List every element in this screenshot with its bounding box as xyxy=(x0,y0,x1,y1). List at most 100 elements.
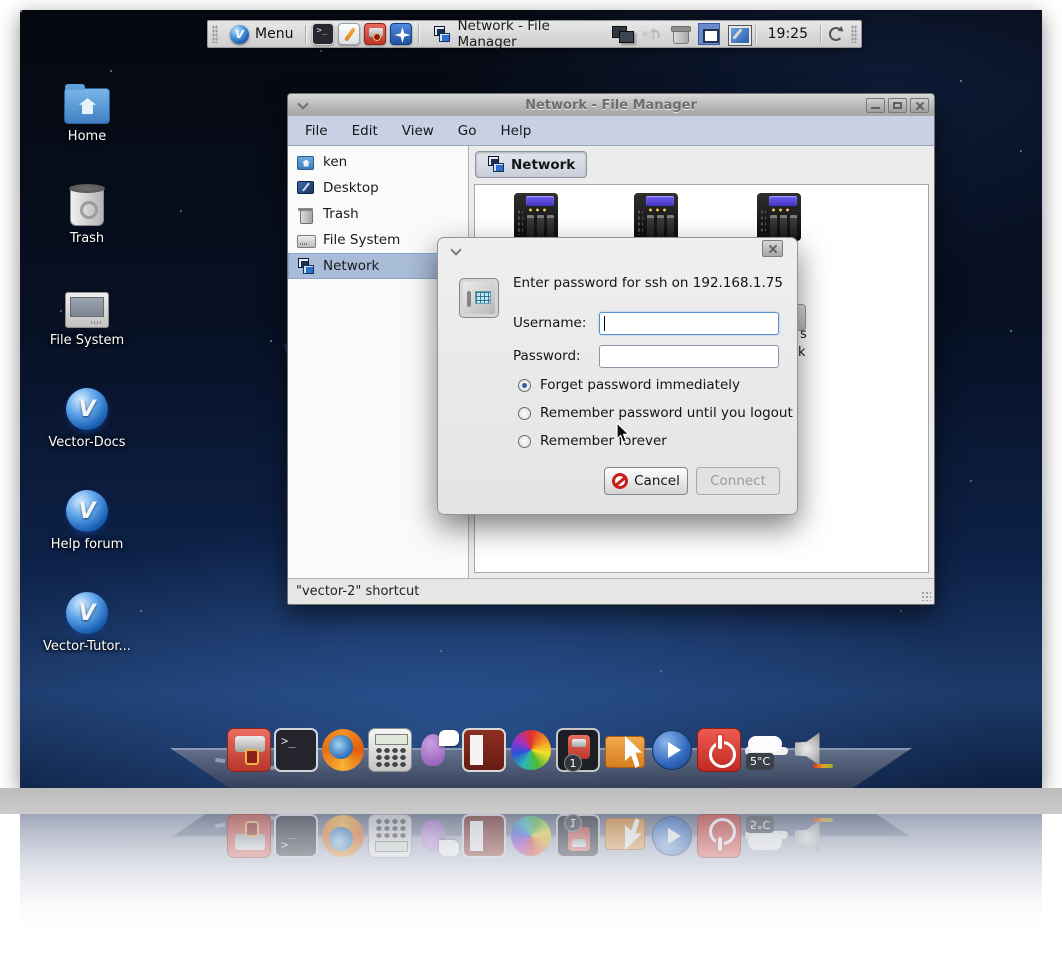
menu-view[interactable]: View xyxy=(391,119,445,143)
radio-icon[interactable] xyxy=(518,435,531,448)
network-server-icon[interactable] xyxy=(757,193,801,241)
desktop-icon-label: File System xyxy=(50,333,124,348)
maximize-button[interactable] xyxy=(888,98,907,113)
desktop-icon-label: Vector-Docs xyxy=(48,435,125,450)
dock-volume-icon[interactable] xyxy=(791,728,835,772)
status-bar: "vector-2" shortcut xyxy=(288,578,934,604)
panel-separator xyxy=(820,25,821,43)
panel-grip-left[interactable] xyxy=(212,25,218,43)
sidebar-item-label: ken xyxy=(323,154,347,170)
taskbar-item-file-manager[interactable]: Network - File Manager xyxy=(425,18,604,50)
vl-sphere-icon: V xyxy=(66,382,108,430)
desktop-icon-trash[interactable]: Trash xyxy=(39,178,135,246)
package-manager-launcher-icon[interactable] xyxy=(364,23,386,45)
menu-edit[interactable]: Edit xyxy=(341,119,389,143)
dock-file-manager-icon[interactable] xyxy=(603,728,647,772)
desktop-screen: V V Menu >_ Network - File Manager 19:25… xyxy=(20,10,1042,788)
shade-icon[interactable] xyxy=(450,244,461,255)
config-tool-launcher-icon[interactable] xyxy=(390,23,412,45)
sidebar-item-desktop[interactable]: Desktop xyxy=(288,175,468,201)
username-label: Username: xyxy=(513,315,586,331)
menu-file[interactable]: File xyxy=(294,119,339,143)
partial-label-fragment: k xyxy=(798,345,806,360)
desktop-icon-file-system[interactable]: File System xyxy=(39,280,135,348)
screen-tool-tray-icon[interactable] xyxy=(727,23,749,45)
clock[interactable]: 19:25 xyxy=(762,26,814,42)
status-text: "vector-2" shortcut xyxy=(296,584,419,599)
menu-go[interactable]: Go xyxy=(447,119,488,143)
dock-media-player-icon[interactable] xyxy=(650,728,694,772)
dock-terminal-icon[interactable]: >_ xyxy=(274,728,318,772)
panel-separator xyxy=(418,25,419,43)
window-titlebar[interactable]: Network - File Manager xyxy=(288,94,934,116)
volume-level-bar xyxy=(813,764,833,768)
dock-documents-icon[interactable] xyxy=(462,728,506,772)
sidebar-item-label: Trash xyxy=(323,206,359,222)
temperature-badge: 5°C xyxy=(746,753,774,770)
dialog-message: Enter password for ssh on 192.168.1.75 xyxy=(513,275,783,291)
dock-window-preview-icon[interactable]: 1 xyxy=(556,728,600,772)
desktop-icon-vector-docs[interactable]: V Vector-Docs xyxy=(39,382,135,450)
taskbar-item-label: Network - File Manager xyxy=(457,18,596,50)
menu-label: Menu xyxy=(255,26,293,42)
text-editor-launcher-icon[interactable] xyxy=(338,23,360,45)
panel-grip-right[interactable] xyxy=(851,25,857,43)
network-icon xyxy=(433,26,450,43)
system-tray xyxy=(611,23,749,45)
dock-firefox-icon[interactable] xyxy=(321,728,365,772)
minimize-button[interactable] xyxy=(866,98,885,113)
password-field[interactable] xyxy=(599,345,779,368)
username-field[interactable] xyxy=(599,312,779,335)
reload-icon[interactable] xyxy=(827,25,845,43)
menu-button[interactable]: V Menu xyxy=(224,25,299,44)
panel-separator xyxy=(305,25,306,43)
network-icon xyxy=(297,258,314,275)
network-server-icon[interactable] xyxy=(634,193,678,241)
path-button-network[interactable]: Network xyxy=(475,151,587,178)
dock-weather-icon[interactable]: 5°C xyxy=(744,728,788,772)
password-dialog: Enter password for ssh on 192.168.1.75 U… xyxy=(437,237,798,515)
vl-letter: V xyxy=(235,28,244,41)
volume-muted-tray-icon[interactable] xyxy=(640,23,662,45)
dock-strip: >_ 1 5°C xyxy=(227,728,835,772)
home-folder-icon xyxy=(297,154,314,171)
cancel-button[interactable]: Cancel xyxy=(604,467,688,495)
radio-option-3[interactable]: Remember forever xyxy=(518,433,667,449)
radio-option-1[interactable]: Forget password immediately xyxy=(518,377,740,393)
dock-color-wheel-icon[interactable] xyxy=(509,728,553,772)
radio-option-2[interactable]: Remember password until you logout xyxy=(518,405,793,421)
connect-button[interactable]: Connect xyxy=(696,467,780,495)
dock: >_ 1 5°C xyxy=(20,708,1042,788)
network-server-icon[interactable] xyxy=(514,193,558,241)
desktop-icon-label: Vector-Tutor... xyxy=(43,639,131,654)
menu-help[interactable]: Help xyxy=(490,119,543,143)
window-title: Network - File Manager xyxy=(288,98,934,113)
cancel-label: Cancel xyxy=(634,473,680,489)
dock-power-icon[interactable] xyxy=(697,728,741,772)
sidebar-item-ken[interactable]: ken xyxy=(288,149,468,175)
partial-label-fragment: s xyxy=(800,327,807,342)
radio-label: Forget password immediately xyxy=(540,377,740,393)
dialog-close-button[interactable] xyxy=(762,240,783,257)
page: V V Menu >_ Network - File Manager 19:25… xyxy=(0,0,1062,968)
workspace-tray-icon[interactable] xyxy=(698,23,720,45)
trash-can-icon xyxy=(297,206,314,223)
display-tray-icon[interactable] xyxy=(611,23,633,45)
dock-package-manager-icon[interactable] xyxy=(227,728,271,772)
dock-calculator-icon[interactable] xyxy=(368,728,412,772)
close-button[interactable] xyxy=(910,98,929,113)
panel-launchers: >_ xyxy=(312,23,412,45)
terminal-launcher-icon[interactable]: >_ xyxy=(312,23,334,45)
radio-icon[interactable] xyxy=(518,407,531,420)
dock-pidgin-icon[interactable] xyxy=(415,728,459,772)
desktop-icon-help-forum[interactable]: VHelp forum xyxy=(39,484,135,552)
panel-separator xyxy=(755,25,756,43)
reflection-band xyxy=(0,788,1062,814)
desktop-icon-vector-tutor-[interactable]: VVector-Tutor... xyxy=(39,586,135,654)
desktop-icon-home[interactable]: Home xyxy=(39,76,135,144)
trash-tray-icon[interactable] xyxy=(669,23,691,45)
resize-grip[interactable] xyxy=(921,591,931,601)
sidebar-item-trash[interactable]: Trash xyxy=(288,201,468,227)
window-count-badge: 1 xyxy=(564,754,582,772)
radio-icon[interactable] xyxy=(518,379,531,392)
